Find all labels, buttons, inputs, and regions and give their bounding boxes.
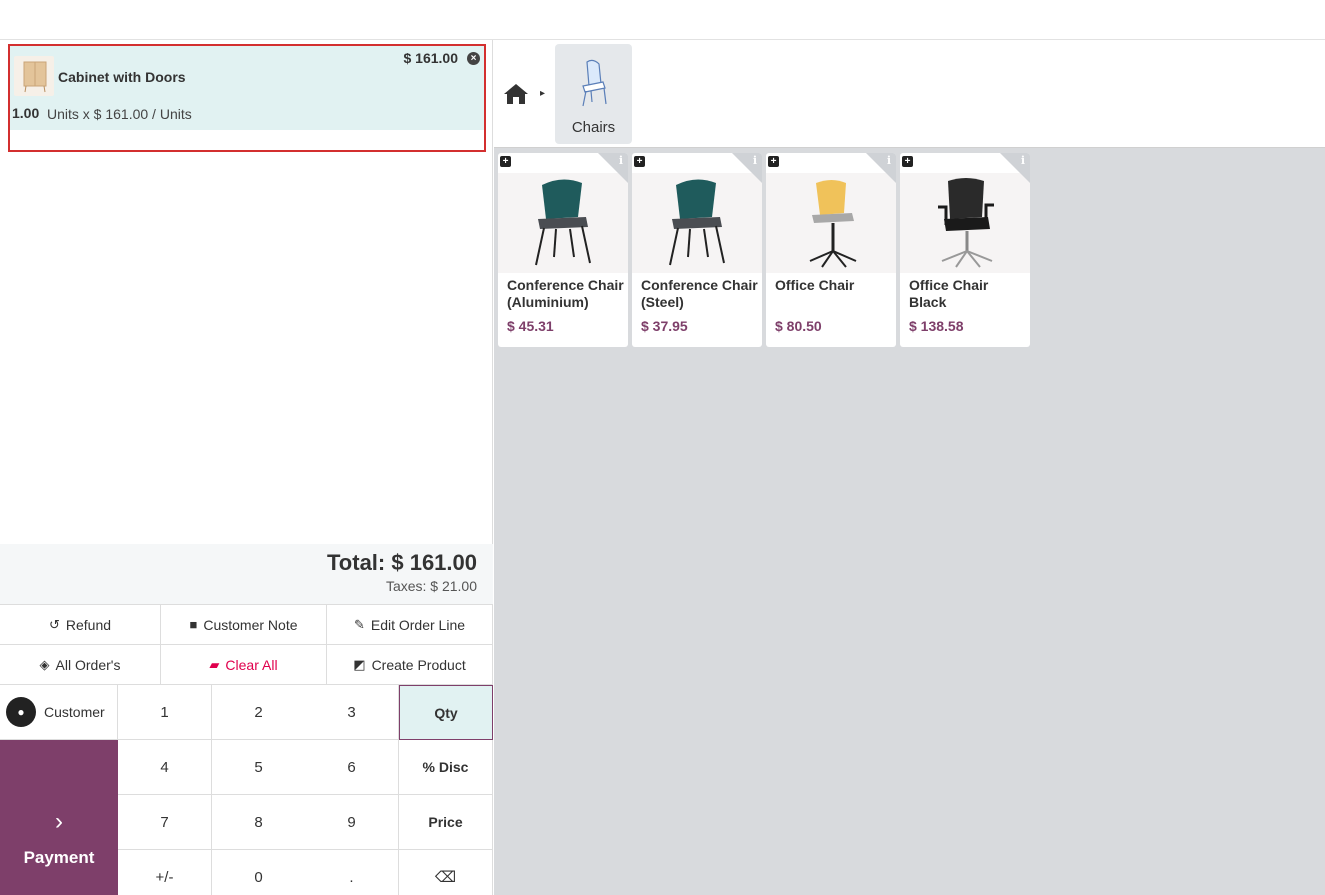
info-icon[interactable]: i xyxy=(753,154,757,167)
order-line-qty: 1.00 xyxy=(12,105,40,121)
plus-icon: + xyxy=(768,156,779,167)
create-product-label: Create Product xyxy=(371,656,466,673)
numpad-key-4[interactable]: 4 xyxy=(118,740,212,795)
mode-price-button[interactable]: Price xyxy=(399,795,493,850)
numpad-key-plusminus[interactable]: +/- xyxy=(118,850,212,895)
info-icon[interactable]: i xyxy=(619,154,623,167)
backspace-key[interactable]: ⌫ xyxy=(399,850,493,895)
mode-qty-button[interactable]: Qty xyxy=(399,685,493,740)
order-pane: Cabinet with Doors $ 161.00 × 1.00 Units… xyxy=(0,40,493,895)
mode-disc-button[interactable]: % Disc xyxy=(399,740,493,795)
refund-button[interactable]: ↺ Refund xyxy=(0,605,161,645)
all-orders-label: All Order's xyxy=(55,656,121,673)
product-price: $ 80.50 xyxy=(775,318,822,334)
numpad-key-dot[interactable]: . xyxy=(305,850,399,895)
category-label: Chairs xyxy=(571,119,616,136)
product-card[interactable]: + i Conference Chair (Steel) $ 37.95 xyxy=(632,153,762,347)
order-line-selected[interactable]: Cabinet with Doors $ 161.00 × 1.00 Units… xyxy=(8,44,486,152)
cabinet-thumbnail xyxy=(14,56,54,96)
edit-icon: ✎ xyxy=(353,616,365,632)
order-total: Total: $ 161.00 xyxy=(327,550,477,575)
info-corner[interactable] xyxy=(732,153,762,183)
info-icon[interactable]: i xyxy=(1021,154,1025,167)
product-name: Conference Chair (Aluminium) xyxy=(507,277,624,310)
info-corner[interactable] xyxy=(1000,153,1030,183)
product-name: Conference Chair (Steel) xyxy=(641,277,758,310)
all-orders-button[interactable]: ◈ All Order's xyxy=(0,645,161,685)
plus-icon: + xyxy=(634,156,645,167)
info-icon[interactable]: i xyxy=(887,154,891,167)
create-product-button[interactable]: ◩ Create Product xyxy=(327,645,493,685)
product-name: Office Chair xyxy=(775,277,855,293)
control-buttons: ↺ Refund ■ Customer Note ✎ Edit Order Li… xyxy=(0,604,493,686)
customer-label: Customer xyxy=(44,704,105,720)
numpad-key-3[interactable]: 3 xyxy=(305,685,399,740)
info-corner[interactable] xyxy=(866,153,896,183)
customer-button[interactable]: ● Customer xyxy=(0,685,118,740)
customer-note-label: Customer Note xyxy=(203,616,298,633)
refund-label: Refund xyxy=(65,616,112,633)
breadcrumb: ▸ Chairs xyxy=(494,40,1325,148)
payment-button[interactable]: › Payment xyxy=(0,740,118,895)
chair-icon xyxy=(582,59,607,107)
home-icon[interactable] xyxy=(502,82,530,106)
plus-icon: + xyxy=(500,156,511,167)
note-icon: ■ xyxy=(189,617,198,632)
product-image xyxy=(632,173,762,273)
eraser-icon: ▰ xyxy=(209,656,220,672)
payment-label: Payment xyxy=(23,847,95,867)
create-icon: ◩ xyxy=(353,656,366,672)
top-navbar xyxy=(0,0,1325,40)
numpad-key-9[interactable]: 9 xyxy=(305,795,399,850)
numpad-area: ● Customer › Payment 1 2 3 Qty 4 5 6 % D… xyxy=(0,685,493,895)
product-price: $ 45.31 xyxy=(507,318,554,334)
numpad-key-5[interactable]: 5 xyxy=(212,740,306,795)
numpad-key-2[interactable]: 2 xyxy=(212,685,306,740)
caret-right-icon: ▸ xyxy=(540,88,546,99)
product-name: Office Chair Black xyxy=(909,277,989,310)
product-image xyxy=(766,173,896,273)
order-totals: Total: $ 161.00 Taxes: $ 21.00 xyxy=(0,544,493,604)
user-icon: ● xyxy=(6,697,36,727)
tag-icon: ◈ xyxy=(39,656,50,672)
numpad-key-8[interactable]: 8 xyxy=(212,795,306,850)
product-pane: ▸ Chairs + i Conference Chair (Aluminium… xyxy=(494,40,1325,895)
remove-line-icon[interactable]: × xyxy=(467,52,480,65)
product-price: $ 37.95 xyxy=(641,318,688,334)
numpad-key-6[interactable]: 6 xyxy=(305,740,399,795)
order-taxes: Taxes: $ 21.00 xyxy=(385,578,477,594)
order-line-price: $ 161.00 xyxy=(403,50,459,66)
category-chairs-button[interactable]: Chairs xyxy=(555,44,632,144)
numpad-key-7[interactable]: 7 xyxy=(118,795,212,850)
clear-all-label: Clear All xyxy=(225,656,278,673)
info-corner[interactable] xyxy=(598,153,628,183)
undo-icon: ↺ xyxy=(48,616,60,632)
order-line[interactable]: Cabinet with Doors $ 161.00 × 1.00 Units… xyxy=(10,46,484,130)
product-card[interactable]: + i Office Chair Black $ 138.58 xyxy=(900,153,1030,347)
numpad-key-1[interactable]: 1 xyxy=(118,685,212,740)
product-card[interactable]: + i Conference Chair (Aluminium) $ 45.31 xyxy=(498,153,628,347)
order-line-product-name: Cabinet with Doors xyxy=(58,69,186,85)
product-price: $ 138.58 xyxy=(909,318,964,334)
order-line-unit-detail: Units x $ 161.00 / Units xyxy=(47,106,192,122)
numpad-key-0[interactable]: 0 xyxy=(212,850,306,895)
edit-order-line-label: Edit Order Line xyxy=(370,616,466,633)
product-card[interactable]: + i Office Chair $ 80.50 xyxy=(766,153,896,347)
edit-order-line-button[interactable]: ✎ Edit Order Line xyxy=(327,605,493,645)
chevron-right-icon: › xyxy=(55,807,63,835)
clear-all-button[interactable]: ▰ Clear All xyxy=(161,645,327,685)
customer-note-button[interactable]: ■ Customer Note xyxy=(161,605,327,645)
product-image xyxy=(900,173,1030,273)
plus-icon: + xyxy=(902,156,913,167)
product-image xyxy=(498,173,628,273)
